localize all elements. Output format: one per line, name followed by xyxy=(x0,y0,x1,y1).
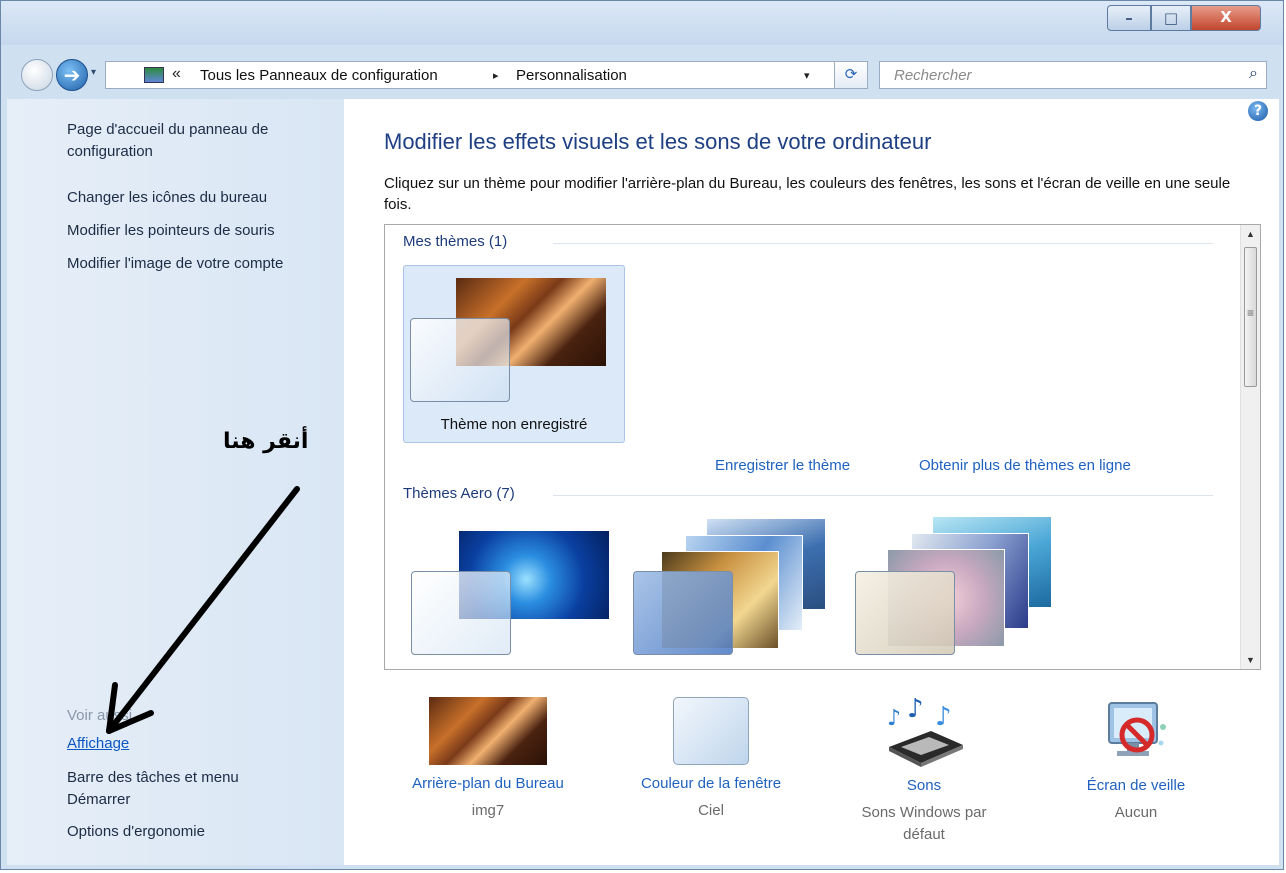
history-dropdown-icon[interactable]: ▾ xyxy=(91,67,96,78)
forward-button[interactable]: ➔ xyxy=(56,59,88,91)
main-content: ? Modifier les effets visuels et les son… xyxy=(344,99,1279,865)
sounds-setting[interactable]: ♪ ♪ ♪ Sons Sons Windows par défaut xyxy=(839,694,1009,846)
theme-tile-nature[interactable] xyxy=(847,515,1057,665)
desktop-background-value: img7 xyxy=(471,802,505,819)
breadcrumb-all-control-panels[interactable]: Tous les Panneaux de configuration xyxy=(200,67,438,84)
scroll-thumb[interactable]: ≡ xyxy=(1244,247,1257,387)
window-color-setting[interactable]: Couleur de la fenêtre Ciel xyxy=(601,697,821,822)
page-title: Modifier les effets visuels et les sons … xyxy=(384,129,932,154)
refresh-button[interactable]: ⟳ xyxy=(834,61,868,89)
back-button[interactable] xyxy=(21,59,53,91)
save-theme-link[interactable]: Enregistrer le thème xyxy=(715,457,850,474)
address-bar[interactable]: « Tous les Panneaux de configuration ▸ P… xyxy=(105,61,865,89)
sounds-label[interactable]: Sons xyxy=(839,777,1009,794)
personalization-window: – □ X ➔ ▾ « Tous les Panneaux de configu… xyxy=(0,0,1284,870)
maximize-icon: □ xyxy=(1163,9,1179,27)
sidebar-link-account-picture[interactable]: Modifier l'image de votre compte xyxy=(67,253,297,275)
annotation-text: أنقر هنا xyxy=(223,429,309,454)
group-divider xyxy=(553,495,1213,496)
scroll-down-arrow-icon[interactable]: ▼ xyxy=(1241,655,1260,665)
screen-saver-setting[interactable]: Écran de veille Aucun xyxy=(1056,697,1216,824)
theme-tile-windows7[interactable] xyxy=(403,525,613,665)
sidebar-link-control-panel-home[interactable]: Page d'accueil du panneau de configurati… xyxy=(67,119,337,163)
desktop-background-label[interactable]: Arrière-plan du Bureau xyxy=(378,775,598,792)
aero-themes-heading: Thèmes Aero (7) xyxy=(403,485,515,502)
theme-window-color-swatch xyxy=(855,571,955,655)
sounds-icon: ♪ ♪ ♪ xyxy=(879,694,969,767)
theme-window-color-swatch xyxy=(411,571,511,655)
theme-tile-label: Thème non enregistré xyxy=(440,416,588,433)
theme-list-scrollbar[interactable]: ▲ ≡ ▼ xyxy=(1240,225,1260,669)
breadcrumb-overflow[interactable]: « xyxy=(172,65,181,83)
maximize-button[interactable]: □ xyxy=(1151,5,1191,31)
see-also-heading: Voir aussi xyxy=(67,707,133,724)
sidebar-link-desktop-icons[interactable]: Changer les icônes du bureau xyxy=(67,187,337,209)
svg-text:♪: ♪ xyxy=(935,702,952,732)
svg-text:♪: ♪ xyxy=(887,706,901,731)
window-color-icon xyxy=(673,697,749,765)
breadcrumb-personalization[interactable]: Personnalisation xyxy=(516,67,627,84)
navigation-bar: ➔ ▾ « Tous les Panneaux de configuration… xyxy=(1,49,1283,97)
sidebar-link-mouse-pointers[interactable]: Modifier les pointeurs de souris xyxy=(67,220,337,242)
screen-saver-label[interactable]: Écran de veille xyxy=(1056,777,1216,794)
sidebar-link-taskbar[interactable]: Barre des tâches et menu Démarrer xyxy=(67,767,297,811)
address-dropdown-icon[interactable]: ▾ xyxy=(804,69,810,82)
theme-window-color-swatch xyxy=(410,318,510,402)
title-bar: – □ X xyxy=(1,1,1283,45)
window-color-label[interactable]: Couleur de la fenêtre xyxy=(601,775,821,792)
theme-tile-unsaved[interactable]: Thème non enregistré xyxy=(403,265,625,443)
help-icon[interactable]: ? xyxy=(1248,101,1268,121)
desktop-background-setting[interactable]: Arrière-plan du Bureau img7 xyxy=(378,697,598,822)
control-panel-icon xyxy=(144,67,164,83)
minimize-icon: – xyxy=(1125,9,1133,27)
window-color-value: Ciel xyxy=(698,802,724,819)
sidebar-link-ease-of-access[interactable]: Options d'ergonomie xyxy=(67,821,337,843)
sounds-value: Sons Windows par défaut xyxy=(861,804,987,843)
minimize-button[interactable]: – xyxy=(1107,5,1151,31)
get-more-themes-link[interactable]: Obtenir plus de thèmes en ligne xyxy=(919,457,1131,474)
group-divider xyxy=(553,243,1213,244)
screen-saver-value: Aucun xyxy=(1114,804,1158,821)
screen-saver-icon xyxy=(1101,697,1171,767)
close-icon: X xyxy=(1220,8,1232,26)
search-icon[interactable]: ⌕ xyxy=(1249,65,1258,83)
svg-text:♪: ♪ xyxy=(907,697,924,724)
breadcrumb-separator-icon[interactable]: ▸ xyxy=(493,69,499,82)
scroll-grip-icon: ≡ xyxy=(1246,306,1254,320)
desktop-background-icon xyxy=(429,697,547,765)
sidebar: Page d'accueil du panneau de configurati… xyxy=(7,99,344,865)
close-button[interactable]: X xyxy=(1191,5,1261,31)
sidebar-link-display[interactable]: Affichage xyxy=(67,733,337,755)
scroll-up-arrow-icon[interactable]: ▲ xyxy=(1241,229,1260,239)
theme-window-color-swatch xyxy=(633,571,733,655)
search-box[interactable]: Rechercher ⌕ xyxy=(879,61,1267,89)
search-placeholder: Rechercher xyxy=(894,67,972,84)
theme-tile-architecture[interactable] xyxy=(625,515,835,665)
my-themes-heading: Mes thèmes (1) xyxy=(403,233,508,250)
theme-list: Mes thèmes (1) Thème non enregistré Enre… xyxy=(384,224,1261,670)
page-description: Cliquez sur un thème pour modifier l'arr… xyxy=(384,175,1231,213)
